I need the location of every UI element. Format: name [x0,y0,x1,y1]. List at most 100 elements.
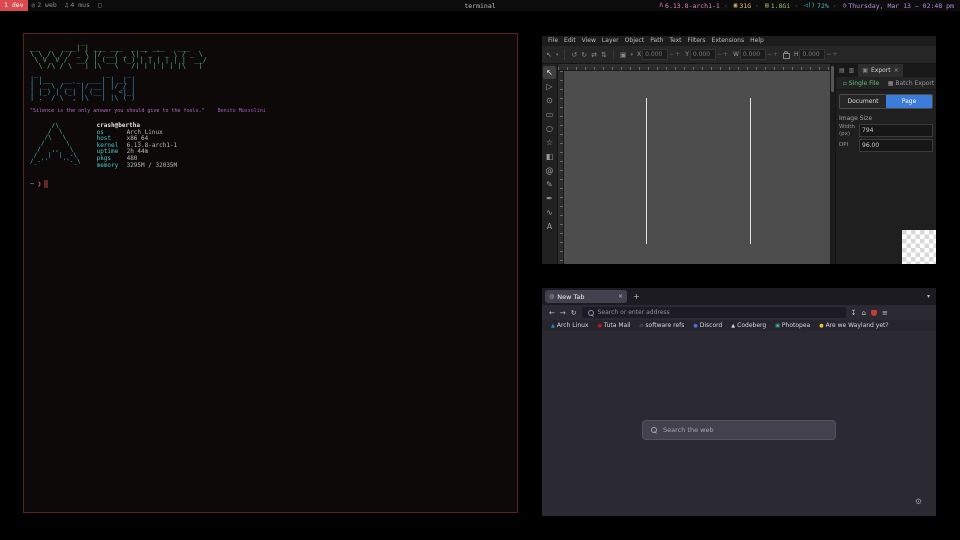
menu-help[interactable]: Help [747,36,767,46]
workspace-tag-scratch[interactable]: □ [94,0,106,11]
single-file-icon: ▫ [843,80,847,87]
export-icon: ▣ [862,67,868,74]
web-search-input[interactable]: Search the web [642,420,836,440]
pencil-tool[interactable]: ✎ [543,178,556,191]
export-tab-label: Export [871,67,891,74]
y-input[interactable]: 0.000 [690,49,716,60]
close-icon[interactable]: × [618,293,623,300]
rotate-ccw-icon[interactable]: ↺ [571,51,577,59]
box-3d-tool[interactable]: ◧ [543,150,556,163]
horizontal-ruler[interactable] [558,64,830,71]
menu-button[interactable]: ≡ [882,309,888,317]
select-tool[interactable]: ↖ [543,66,556,79]
inkscape-canvas[interactable] [564,71,830,264]
star-tool[interactable]: ☆ [543,136,556,149]
bookmark-discord[interactable]: ● Discord [693,322,722,329]
back-button[interactable]: ← [549,309,555,317]
node-tool[interactable]: ▷ [543,80,556,93]
lock-ratio-icon[interactable] [783,53,790,59]
flip-horizontal-icon[interactable]: ⇄ [591,51,597,59]
export-dialog-tab[interactable]: ▣ Export × [858,64,902,77]
workspace-label: 1 dev [4,0,24,11]
memory-text: 1.8Gi [771,2,791,10]
chevron-down-icon[interactable]: ▾ [631,52,634,58]
dialog-tab-icon-b[interactable]: ▥ [849,67,855,74]
bookmark-tuta-mail[interactable]: ● Tuta Mail [597,322,630,329]
bookmark-arch-linux[interactable]: ▲ Arch Linux [551,322,588,329]
tab-new-tab[interactable]: ◍ New Tab × [545,290,627,303]
menu-extensions[interactable]: Extensions [709,36,748,46]
workspace-tag-web[interactable]: ◎ 2 web [28,0,61,11]
bookmark-folder-software-refs[interactable]: ▱ software refs [640,322,685,329]
menu-text[interactable]: Text [666,36,684,46]
page-button[interactable]: Page [886,95,932,108]
text-tool[interactable]: A [543,220,556,233]
url-bar[interactable]: Search or enter address [582,307,846,318]
bookmark-photopea[interactable]: ▣ Photopea [775,322,810,329]
document-button[interactable]: Document [840,95,886,108]
menu-view[interactable]: View [579,36,599,46]
canvas-area [558,64,830,264]
workspace-tag-mus[interactable]: ♫ 4 mus [61,0,94,11]
canvas-scrollbar[interactable] [830,64,835,264]
export-width-input[interactable]: 794 [859,124,933,137]
calligraphy-tool[interactable]: ∿ [543,206,556,219]
tab-title: New Tab [557,293,584,301]
menu-layer[interactable]: Layer [599,36,622,46]
shape-builder-tool[interactable]: ⊙ [543,94,556,107]
personalize-gear-icon[interactable]: ⚙ [915,497,922,506]
x-stepper[interactable]: −+ [669,51,681,58]
menu-filters[interactable]: Filters [685,36,709,46]
menu-file[interactable]: File [545,36,561,46]
pen-tool[interactable]: ✒ [543,192,556,205]
inkscape-menubar: File Edit View Layer Object Path Text Fi… [542,36,936,46]
w-input[interactable]: 0.000 [740,49,766,60]
bounding-box-icon[interactable]: ▣ [620,51,627,59]
downloads-button[interactable]: ↧ [851,309,857,317]
h-input[interactable]: 0.000 [799,49,825,60]
forward-button[interactable]: → [560,309,566,317]
terminal-window[interactable]: _ __ ___| | ___ ___ _ __ ___ ___ \ \ /\ … [23,33,518,513]
export-mode-tabs: ▫ Single File ▦ Batch Export [836,77,936,90]
tab-overflow-chevron-icon[interactable]: ▾ [927,293,933,300]
scrollbar-thumb[interactable] [831,66,834,92]
ellipse-tool[interactable]: ○ [543,122,556,135]
tab-batch-export[interactable]: ▦ Batch Export [886,80,936,87]
selection-mode-icon[interactable]: ↖ [546,51,552,59]
reload-button[interactable]: ↻ [571,309,577,317]
tab-single-file[interactable]: ▫ Single File [836,80,886,87]
firefox-window[interactable]: ◍ New Tab × + ▾ ← → ↻ Search or enter ad… [542,288,936,516]
flip-vertical-icon[interactable]: ⇅ [601,51,607,59]
workspace-tag-dev[interactable]: 1 dev [0,0,28,11]
rotate-cw-icon[interactable]: ↻ [581,51,587,59]
bookmark-codeberg[interactable]: ▲ Codeberg [731,322,766,329]
x-input[interactable]: 0.000 [642,49,668,60]
ublock-extension-icon[interactable] [871,310,877,316]
volume-icon: ◁)) [804,2,815,9]
y-stepper[interactable]: −+ [717,51,729,58]
shell-prompt[interactable]: ~ ❯ [30,180,511,188]
discord-favicon-icon: ● [693,323,697,329]
status-modules: Λ 6.13.8-arch1-1 ▣ 31G ▤ 1.8Gi ◁)) 72% ◷… [659,2,960,10]
menu-path[interactable]: Path [647,36,666,46]
dialog-tab-strip: ▤ ▥ ▣ Export × [836,64,936,77]
bookmark-are-we-wayland-yet[interactable]: ● Are we Wayland yet? [819,322,888,329]
menu-object[interactable]: Object [622,36,648,46]
disk-icon: ▣ [734,2,738,9]
new-tab-button[interactable]: + [630,292,643,301]
page-edge-right [750,98,751,244]
spiral-tool[interactable]: @ [543,164,556,177]
w-stepper[interactable]: −+ [767,51,779,58]
dialog-tab-icon-a[interactable]: ▤ [839,67,845,74]
inkscape-window[interactable]: File Edit View Layer Object Path Text Fi… [542,36,936,264]
codeberg-favicon-icon: ▲ [731,323,735,329]
terminal-cursor [44,180,48,188]
width-field: W 0.000 −+ [733,49,779,60]
export-dpi-input[interactable]: 96.00 [859,139,933,152]
h-stepper[interactable]: −+ [826,51,838,58]
close-icon[interactable]: × [894,67,899,74]
menu-edit[interactable]: Edit [561,36,579,46]
home-button[interactable]: ⌂ [862,309,866,317]
chevron-down-icon[interactable]: ▾ [556,52,559,58]
rect-tool[interactable]: ▭ [543,108,556,121]
